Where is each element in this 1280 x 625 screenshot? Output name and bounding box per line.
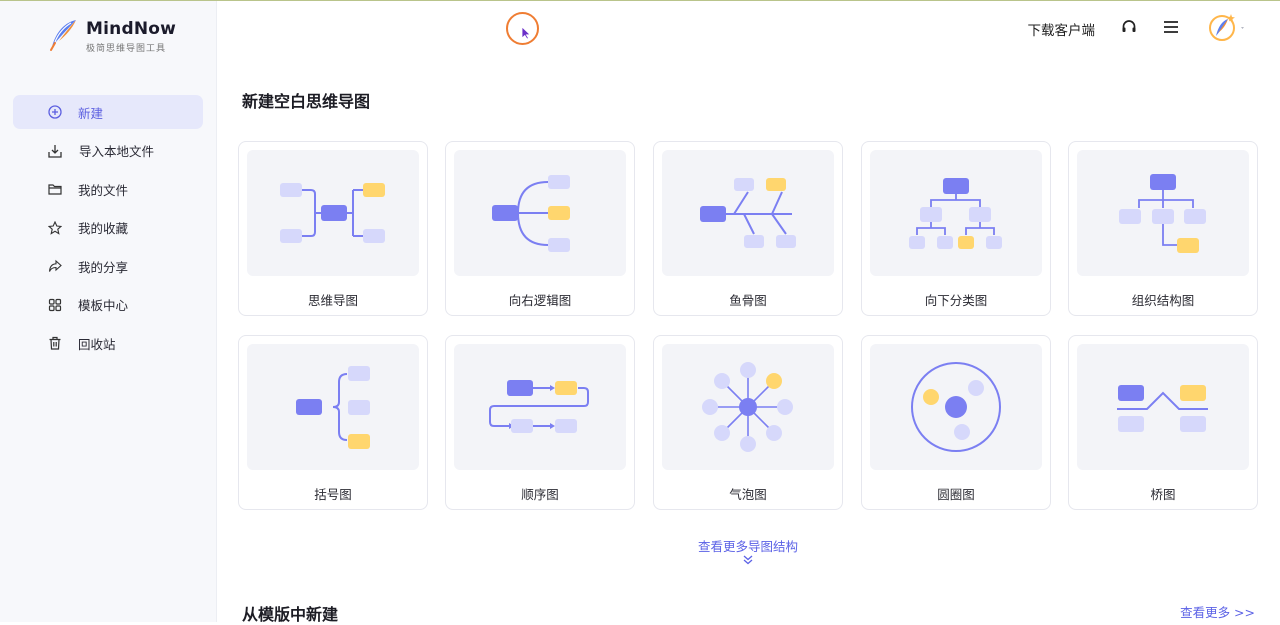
feather-logo-icon <box>50 20 76 51</box>
app-name: MindNow <box>86 19 177 39</box>
import-icon <box>48 144 62 158</box>
bridge-diagram-icon <box>1077 344 1249 470</box>
chevron-down-icon <box>1241 27 1244 29</box>
view-more-structures-link[interactable]: 查看更多导图结构 <box>660 536 836 565</box>
template-card-right-logic[interactable]: 向右逻辑图 <box>445 141 635 316</box>
trash-icon <box>49 336 61 350</box>
sidebar-item-label: 我的收藏 <box>78 221 129 236</box>
card-label: 圆圈图 <box>937 487 975 502</box>
template-card-fishbone[interactable]: 鱼骨图 <box>653 141 843 316</box>
download-client-button[interactable]: 下载客户端 <box>1028 19 1096 39</box>
header: 下载客户端 <box>217 1 1280 57</box>
avatar[interactable] <box>1207 10 1247 44</box>
sidebar-item-favorites[interactable]: 我的收藏 <box>13 211 203 245</box>
sidebar: MindNow 极简思维导图工具 新建 导入本地文件 我的文件 我的收藏 我的分… <box>0 1 217 622</box>
sidebar-item-label: 我的文件 <box>78 182 129 198</box>
org-chart-icon <box>1077 150 1249 276</box>
sidebar-item-label: 回收站 <box>78 336 116 352</box>
card-label: 括号图 <box>314 487 352 502</box>
blank-section-title: 新建空白思维导图 <box>242 92 371 111</box>
app-logo[interactable]: MindNow 极简思维导图工具 <box>46 17 186 57</box>
mindmap-diagram-icon <box>247 150 419 276</box>
card-label: 桥图 <box>1150 487 1176 502</box>
folder-icon <box>48 184 62 195</box>
sidebar-item-import[interactable]: 导入本地文件 <box>13 134 203 168</box>
card-label: 鱼骨图 <box>729 293 767 308</box>
sidebar-item-label: 导入本地文件 <box>79 144 155 159</box>
template-card-bridge[interactable]: 桥图 <box>1068 335 1258 510</box>
circle-diagram-icon <box>870 344 1042 470</box>
card-label: 向下分类图 <box>924 293 988 308</box>
sidebar-item-trash[interactable]: 回收站 <box>13 326 203 360</box>
plus-circle-icon <box>48 105 62 119</box>
menu-icon[interactable] <box>1162 18 1180 36</box>
template-card-mindmap[interactable]: 思维导图 <box>238 141 428 316</box>
card-label: 顺序图 <box>521 487 559 502</box>
down-tree-diagram-icon <box>870 150 1042 276</box>
template-card-sequence[interactable]: 顺序图 <box>445 335 635 510</box>
sidebar-item-my-files[interactable]: 我的文件 <box>13 172 203 206</box>
bracket-diagram-icon <box>247 344 419 470</box>
view-more-label: 查看更多导图结构 <box>697 539 798 554</box>
template-card-org-chart[interactable]: 组织结构图 <box>1068 141 1258 316</box>
card-label: 气泡图 <box>729 487 767 502</box>
card-label: 向右逻辑图 <box>508 293 572 308</box>
template-grid-icon <box>48 298 62 311</box>
star-icon <box>48 220 62 235</box>
sidebar-item-new[interactable]: 新建 <box>13 95 203 129</box>
template-card-circle[interactable]: 圆圈图 <box>861 335 1051 510</box>
template-card-down-tree[interactable]: 向下分类图 <box>861 141 1051 316</box>
sidebar-item-label: 模板中心 <box>78 298 129 313</box>
sidebar-item-label: 新建 <box>78 105 104 121</box>
sidebar-item-shares[interactable]: 我的分享 <box>13 249 203 283</box>
fishbone-diagram-icon <box>662 150 834 276</box>
sidebar-item-label: 我的分享 <box>78 259 129 275</box>
template-card-bubble[interactable]: 气泡图 <box>653 335 843 510</box>
template-card-bracket[interactable]: 括号图 <box>238 335 428 510</box>
card-label: 组织结构图 <box>1131 293 1195 308</box>
headset-icon[interactable] <box>1120 18 1138 36</box>
right-logic-diagram-icon <box>454 150 626 276</box>
sidebar-item-templates[interactable]: 模板中心 <box>13 288 203 322</box>
double-chevron-down-icon <box>743 555 753 565</box>
app-tagline: 极简思维导图工具 <box>86 44 167 54</box>
sequence-diagram-icon <box>454 344 626 470</box>
share-icon <box>48 259 62 272</box>
bubble-diagram-icon <box>662 344 834 470</box>
view-more-templates-link[interactable]: 查看更多 >> <box>1180 602 1255 621</box>
card-label: 思维导图 <box>307 293 358 308</box>
template-section-title: 从模版中新建 <box>242 605 339 624</box>
sidebar-nav: 新建 导入本地文件 我的文件 我的收藏 我的分享 模板中心 回收站 <box>13 95 203 365</box>
